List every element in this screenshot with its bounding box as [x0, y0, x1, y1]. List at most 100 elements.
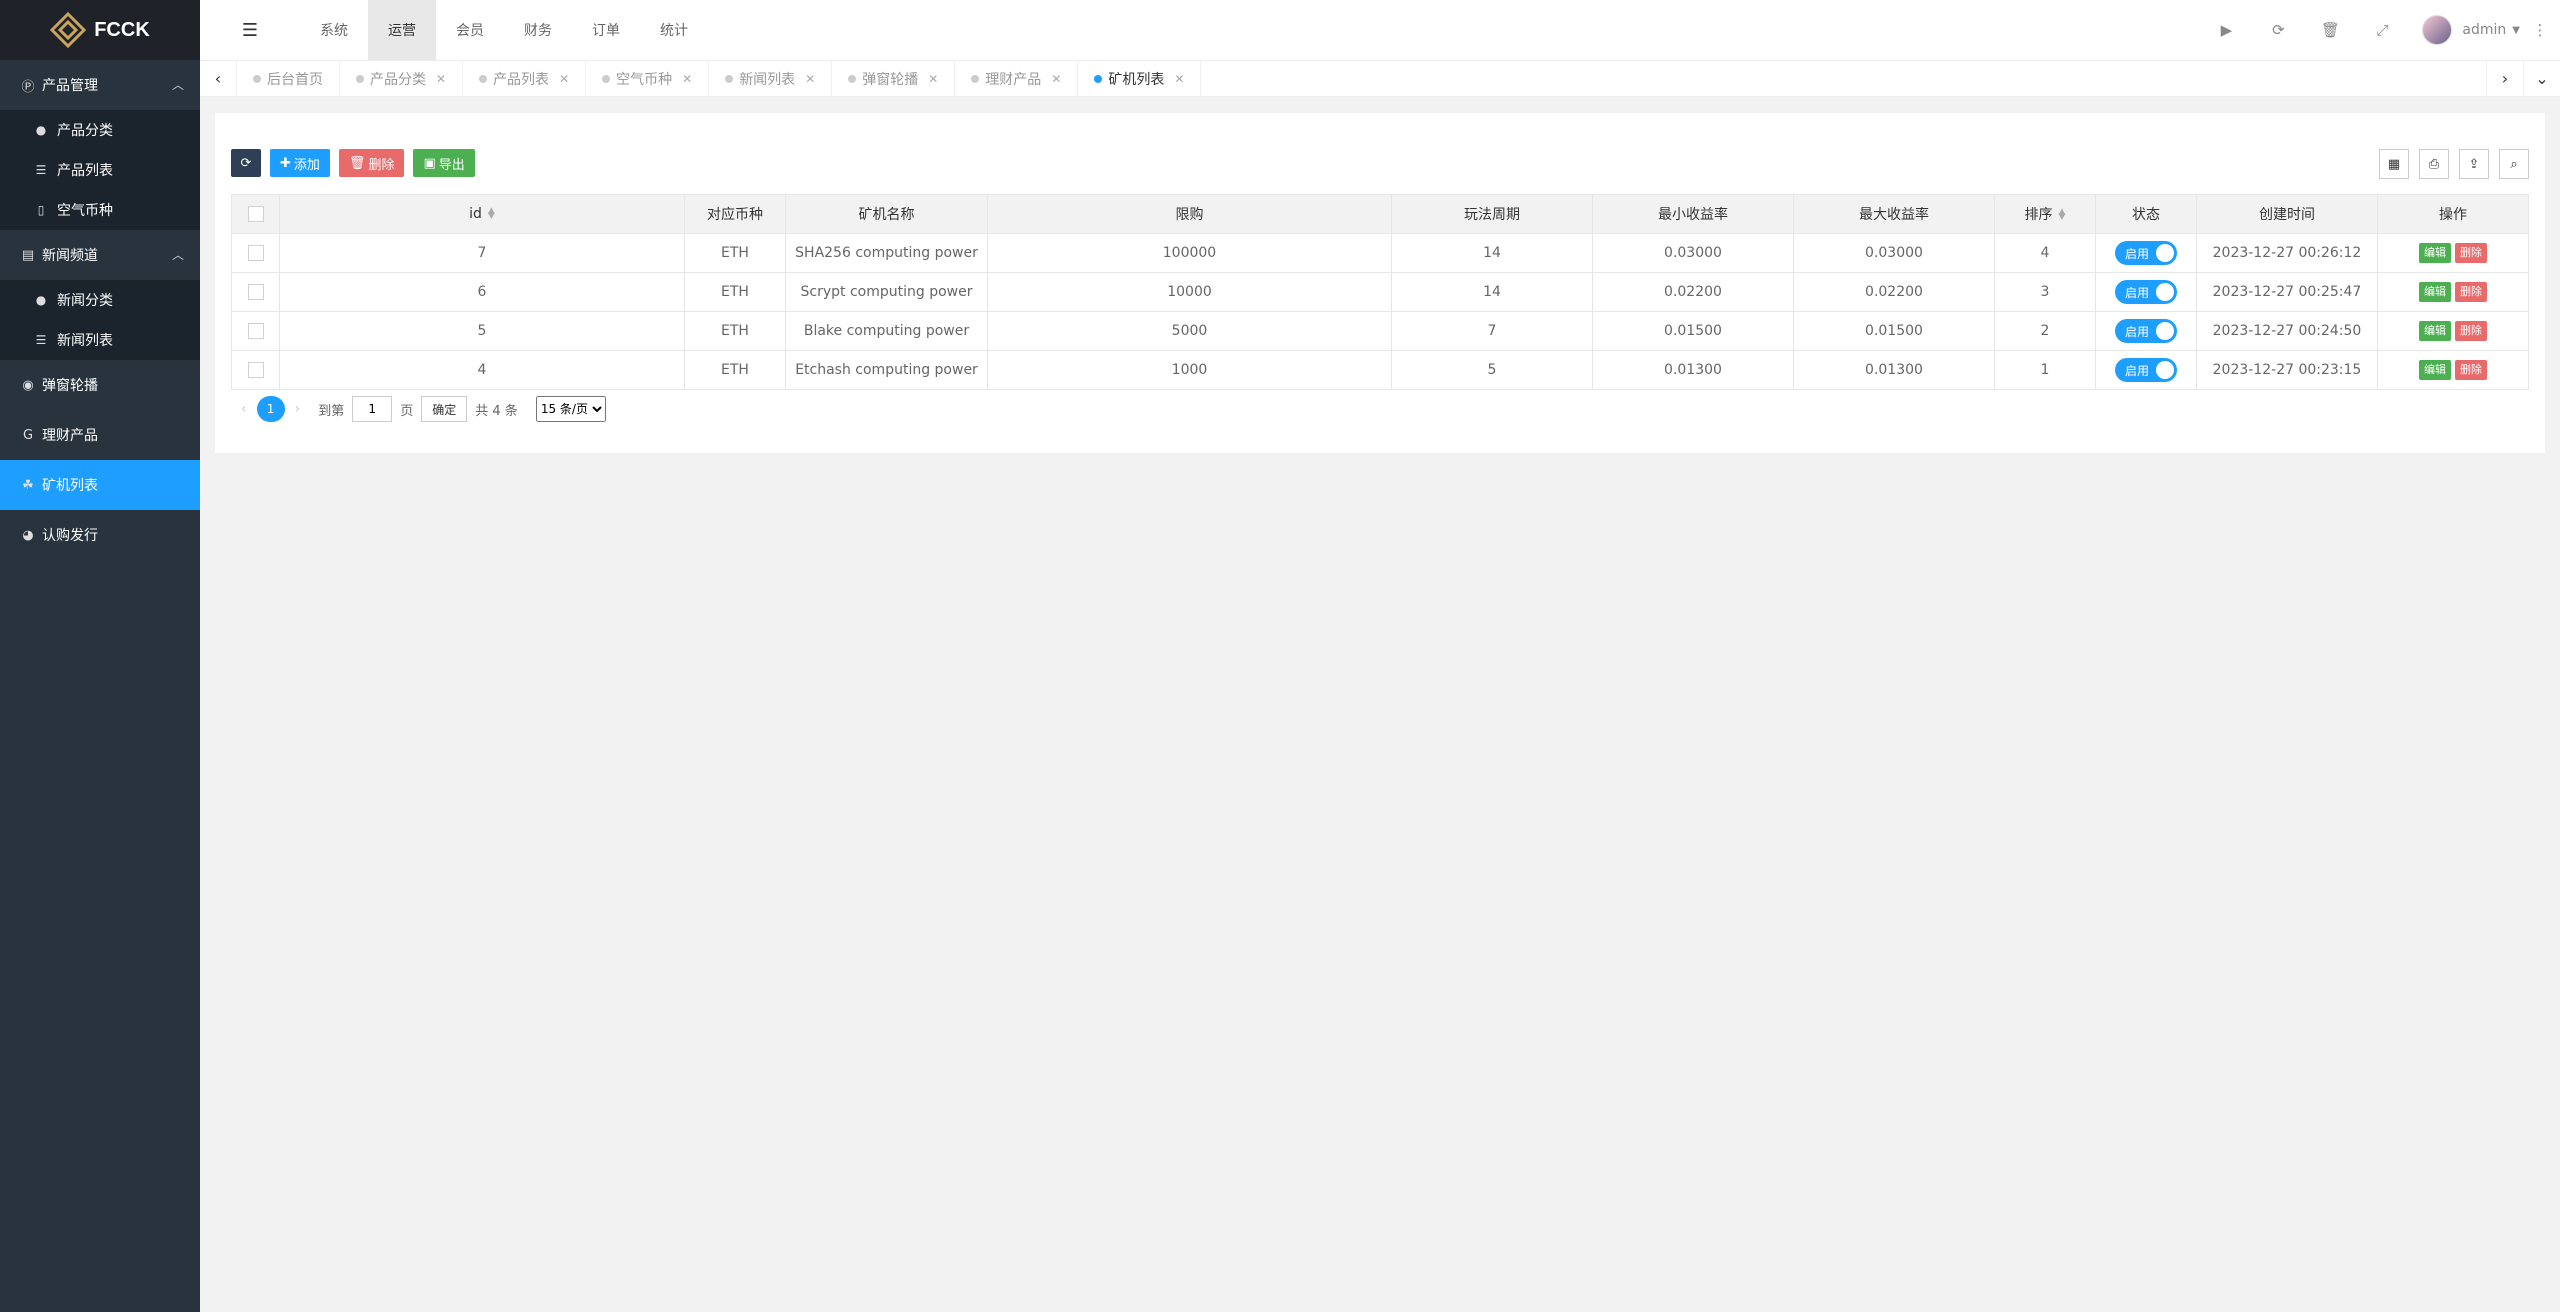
page-jump-input[interactable] [352, 396, 393, 422]
cell-max-rate: 0.01300 [1793, 350, 1995, 390]
nav-operations[interactable]: 运营 [368, 0, 436, 60]
tabs-prev-icon[interactable]: ‹ [200, 60, 237, 97]
close-icon[interactable]: ✕ [559, 72, 569, 86]
close-icon[interactable]: ✕ [1174, 72, 1184, 86]
trash-icon[interactable]: 🗑 [2304, 21, 2356, 39]
user-menu[interactable]: admin ▼ [2422, 15, 2520, 45]
tab-popup-carousel[interactable]: 弹窗轮播 ✕ [832, 60, 956, 97]
nav-finance[interactable]: 财务 [504, 0, 572, 60]
menu-miner-list[interactable]: ☘ 矿机列表 [0, 460, 200, 510]
nav-members[interactable]: 会员 [436, 0, 504, 60]
refresh-button[interactable]: ⟳ [231, 149, 261, 177]
row-delete-button[interactable]: 删除 [2455, 321, 2487, 341]
table-row: 6 ETH Scrypt computing power 10000 14 0.… [231, 272, 2529, 312]
status-toggle[interactable]: 启用 [2115, 280, 2177, 304]
row-delete-button[interactable]: 删除 [2455, 282, 2487, 302]
col-sort[interactable]: 排序 ▲ ▼ [1994, 194, 2096, 234]
sidebar: FCCK Ⓟ 产品管理 ︿ ● 产品分类 ☰ 产品列表 ▯ 空气币种 ▤ 新闻频道 ︿ ● 新闻… [0, 0, 200, 1312]
menu-news-list[interactable]: ☰ 新闻列表 [0, 320, 200, 360]
status-toggle[interactable]: 启用 [2115, 358, 2177, 382]
menu-popup-carousel[interactable]: ◉ 弹窗轮播 [0, 360, 200, 410]
close-icon[interactable]: ✕ [682, 72, 692, 86]
menu-product-category[interactable]: ● 产品分类 [0, 110, 200, 150]
prev-page-icon[interactable]: ‹ [241, 401, 247, 417]
table-row: 7 ETH SHA256 computing power 100000 14 0… [231, 233, 2529, 273]
cell-sort: 4 [1994, 233, 2096, 273]
row-checkbox[interactable] [247, 323, 264, 339]
menu-subscription[interactable]: ◕ 认购发行 [0, 510, 200, 560]
page-confirm-button[interactable]: 确定 [421, 396, 468, 422]
cell-id: 7 [279, 233, 685, 273]
logo[interactable]: FCCK [0, 0, 200, 60]
coin-icon: ▯ [37, 203, 45, 217]
close-icon[interactable]: ✕ [436, 72, 446, 86]
status-toggle[interactable]: 启用 [2115, 241, 2177, 265]
collapse-menu-icon[interactable]: ☰ [200, 0, 300, 60]
menu-product-list[interactable]: ☰ 产品列表 [0, 150, 200, 190]
sort-icon[interactable]: ▲ ▼ [2059, 208, 2066, 222]
menu-product-management[interactable]: Ⓟ 产品管理 ︿ [0, 60, 200, 110]
page-size-select[interactable]: 15 条/页 [535, 396, 606, 422]
col-limit: 限购 [987, 194, 1392, 234]
menu-news-category[interactable]: ● 新闻分类 [0, 280, 200, 320]
columns-icon[interactable]: ▦ [2379, 149, 2409, 179]
search-icon[interactable]: ⌕ [2499, 149, 2529, 179]
col-id[interactable]: id ▲ ▼ [279, 194, 685, 234]
export-button[interactable]: ▣ 导出 [413, 149, 475, 177]
cell-max-rate: 0.03000 [1793, 233, 1995, 273]
select-all-checkbox[interactable] [247, 206, 264, 222]
cell-limit: 10000 [987, 272, 1392, 312]
more-vertical-icon[interactable]: ⋮ [2520, 21, 2560, 39]
trash-icon: 🗑 [348, 155, 366, 171]
play-icon[interactable]: ▶ [2200, 21, 2252, 39]
menu-news-channel[interactable]: ▤ 新闻频道 ︿ [0, 230, 200, 280]
menu-finance-product[interactable]: G 理财产品 [0, 410, 200, 460]
nav-orders[interactable]: 订单 [572, 0, 640, 60]
dot-icon [253, 74, 261, 83]
edit-button[interactable]: 编辑 [2419, 321, 2451, 341]
chevron-up-icon: ︿ [171, 78, 184, 92]
export-icon[interactable]: ⇪ [2459, 149, 2489, 179]
tab-miner-list[interactable]: 矿机列表 ✕ [1078, 60, 1202, 97]
menu-label: 空气币种 [57, 203, 113, 219]
delete-button[interactable]: 🗑 删除 [338, 149, 405, 177]
edit-button[interactable]: 编辑 [2419, 282, 2451, 302]
tab-label: 产品分类 [370, 71, 426, 88]
tabs-next-icon[interactable]: › [2486, 60, 2523, 97]
dot-icon [1094, 74, 1103, 83]
status-toggle[interactable]: 启用 [2115, 319, 2177, 343]
tab-air-coin[interactable]: 空气币种 ✕ [586, 60, 710, 97]
menu-label: 认购发行 [42, 528, 98, 544]
page-number-current[interactable]: 1 [256, 396, 285, 422]
nav-system[interactable]: 系统 [300, 0, 368, 60]
row-delete-button[interactable]: 删除 [2455, 360, 2487, 380]
cell-status: 启用 [2095, 311, 2197, 351]
tab-finance-product[interactable]: 理财产品 ✕ [955, 60, 1079, 97]
row-delete-button[interactable]: 删除 [2455, 243, 2487, 263]
sort-icon[interactable]: ▲ ▼ [488, 207, 495, 221]
add-button[interactable]: ✚ 添加 [270, 149, 330, 177]
row-checkbox[interactable] [247, 284, 264, 300]
edit-button[interactable]: 编辑 [2419, 243, 2451, 263]
edit-button[interactable]: 编辑 [2419, 360, 2451, 380]
row-select-cell [231, 272, 280, 312]
dot-icon: ● [35, 123, 47, 137]
tab-product-list[interactable]: 产品列表 ✕ [463, 60, 587, 97]
close-icon[interactable]: ✕ [805, 72, 815, 86]
close-icon[interactable]: ✕ [928, 72, 938, 86]
tab-dashboard[interactable]: 后台首页 [237, 60, 340, 97]
menu-air-coin[interactable]: ▯ 空气币种 [0, 190, 200, 230]
print-icon[interactable]: ⎙ [2419, 149, 2449, 179]
row-checkbox[interactable] [247, 245, 264, 261]
refresh-icon[interactable]: ⟳ [2252, 21, 2304, 39]
tabs-dropdown-icon[interactable]: ⌄ [2523, 60, 2560, 97]
close-icon[interactable]: ✕ [1051, 72, 1061, 86]
fullscreen-icon[interactable]: ⤢ [2356, 21, 2408, 39]
nav-stats[interactable]: 统计 [640, 0, 708, 60]
tab-news-list[interactable]: 新闻列表 ✕ [709, 60, 833, 97]
tab-product-category[interactable]: 产品分类 ✕ [340, 60, 464, 97]
next-page-icon[interactable]: › [295, 401, 301, 417]
row-checkbox[interactable] [247, 362, 264, 378]
dot-icon [971, 74, 980, 83]
cell-id: 5 [279, 311, 685, 351]
